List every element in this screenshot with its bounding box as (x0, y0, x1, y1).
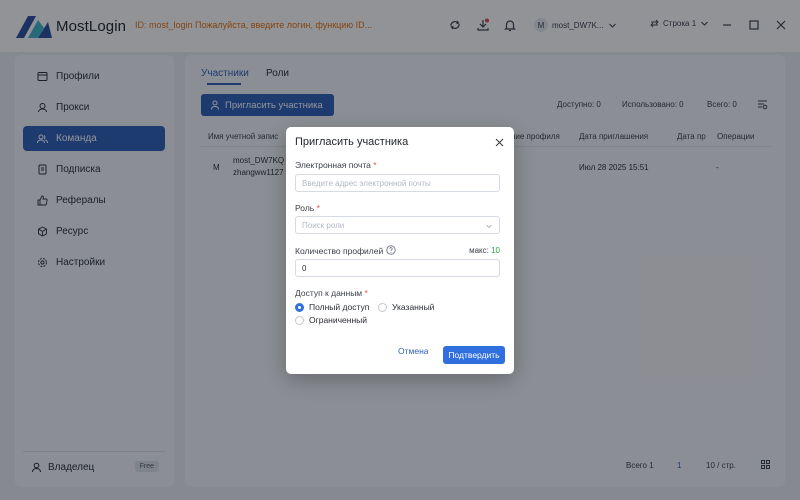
email-field[interactable] (295, 174, 500, 192)
radio-indicator (378, 302, 387, 312)
radio-label: Указанный (392, 302, 435, 312)
email-label: Электронная почта * (295, 160, 377, 170)
profiles-count-label: Количество профилей (295, 246, 384, 256)
role-label: Роль * (295, 203, 320, 213)
role-select-placeholder: Поиск роли (302, 220, 345, 230)
radio-indicator (295, 302, 304, 312)
radio-label: Полный доступ (309, 302, 370, 312)
invite-member-dialog: Пригласить участника Электронная почта *… (286, 127, 514, 374)
data-access-label: Доступ к данным * (295, 288, 368, 298)
dialog-title: Пригласить участника (295, 136, 409, 148)
radio-full-access[interactable]: Полный доступ (295, 302, 369, 312)
max-profiles: макс: 10 (469, 246, 500, 255)
radio-label: Ограниченный (309, 315, 368, 325)
max-profiles-value: 10 (491, 246, 500, 255)
role-select[interactable]: Поиск роли (295, 216, 500, 234)
cancel-button[interactable]: Отмена (398, 346, 429, 356)
close-icon[interactable] (495, 138, 504, 147)
profiles-count-input[interactable] (295, 259, 500, 277)
chevron-down-icon (486, 224, 492, 229)
confirm-button[interactable]: Подтвердить (443, 346, 505, 364)
help-icon[interactable] (386, 245, 396, 255)
radio-limited[interactable]: Ограниченный (295, 315, 367, 325)
radio-indicator (295, 315, 304, 325)
radio-specified[interactable]: Указанный (378, 302, 434, 312)
